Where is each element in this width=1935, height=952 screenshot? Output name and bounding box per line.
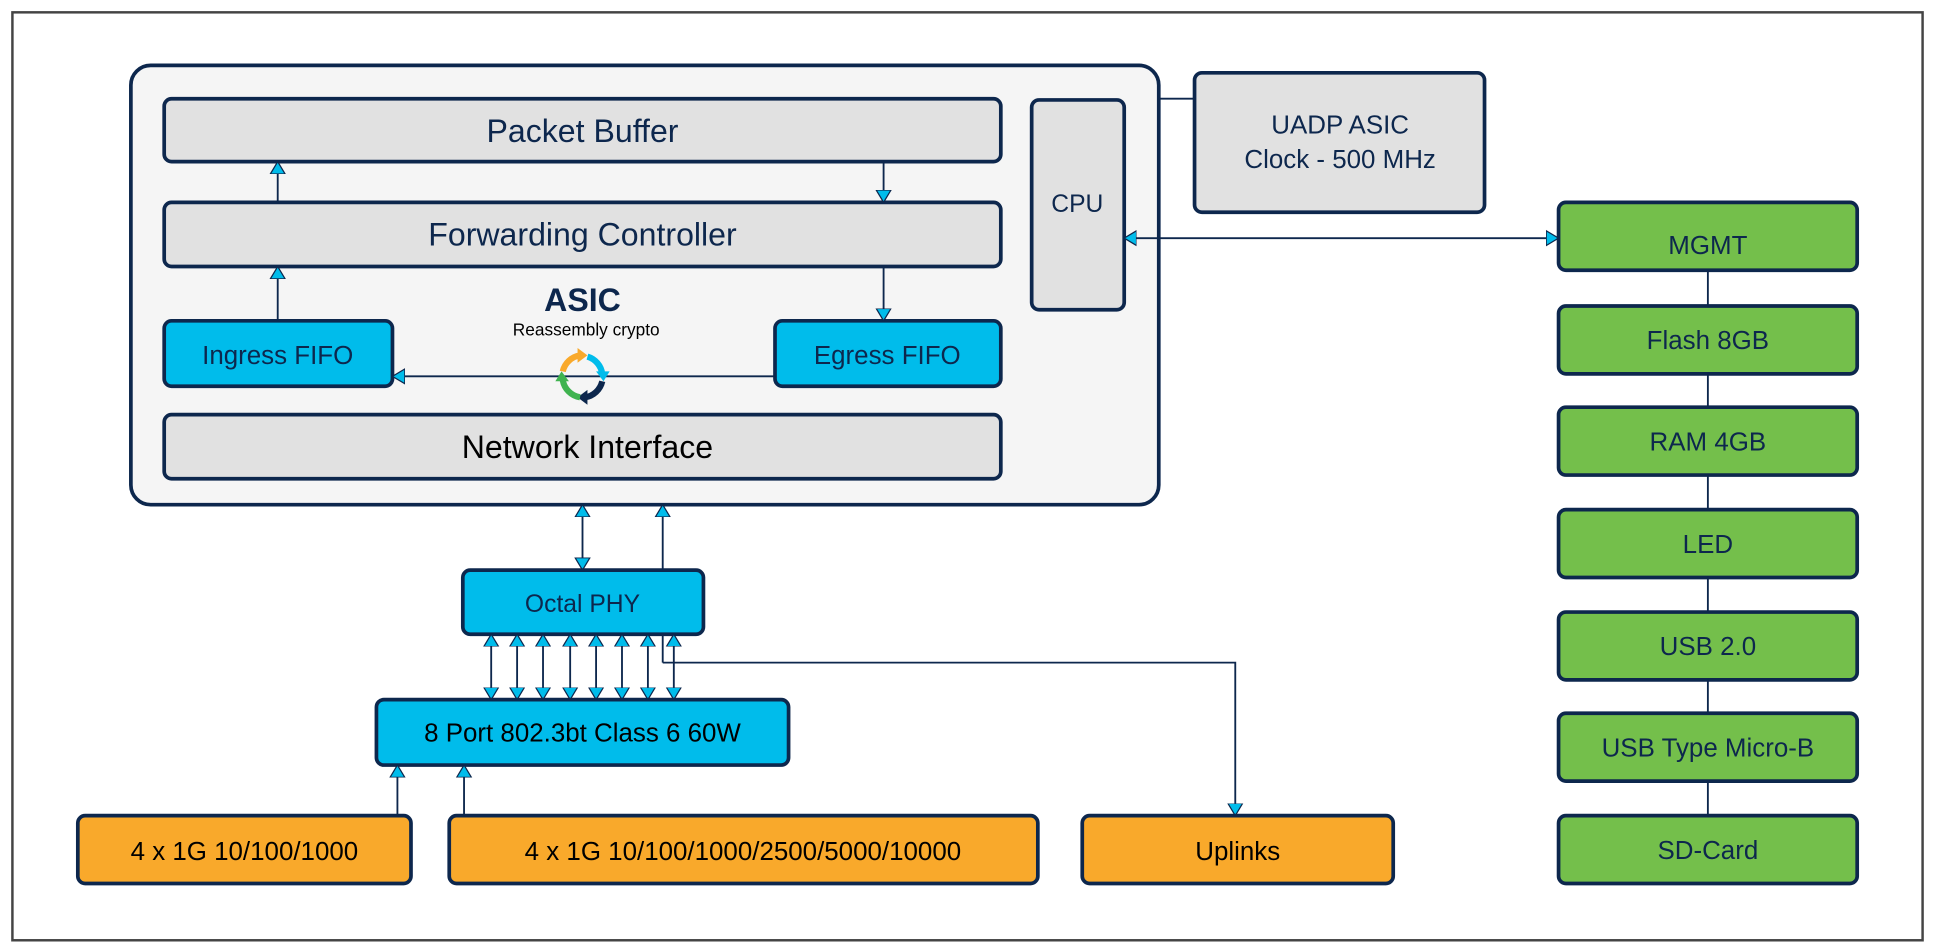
- poe-block: 8 Port 802.3bt Class 6 60W: [374, 697, 791, 767]
- peripheral-usb-2-0: USB 2.0: [1556, 610, 1860, 682]
- peripheral-usb-type-micro-b: USB Type Micro-B: [1556, 711, 1860, 783]
- peripheral-stack: MGMT Flash 8GB RAM 4GB LED USB 2.0 USB Type M…: [1556, 200, 1860, 886]
- poe-label: 8 Port 802.3bt Class 6 60W: [424, 720, 741, 748]
- peripheral-label: LED: [1683, 531, 1733, 559]
- egress-fifo-label: Egress FIFO: [814, 342, 961, 370]
- peripheral-label: SD-Card: [1657, 837, 1758, 865]
- forwarding-controller-block: Forwarding Controller: [162, 200, 1003, 269]
- peripheral-label: USB 2.0: [1660, 633, 1756, 661]
- egress-fifo-block: Egress FIFO: [773, 318, 1003, 389]
- peripheral-led: LED: [1556, 507, 1860, 580]
- port-mgig-block: 4 x 1G 10/100/1000/2500/5000/10000: [447, 813, 1040, 886]
- ingress-fifo-block: Ingress FIFO: [162, 318, 395, 389]
- port-1g-block: 4 x 1G 10/100/1000: [75, 813, 413, 886]
- asic-title: ASIC: [544, 282, 621, 318]
- peripheral-sd-card: SD-Card: [1556, 813, 1860, 886]
- peripheral-label: RAM 4GB: [1650, 428, 1767, 456]
- peripheral-mgmt: MGMT: [1556, 200, 1860, 273]
- port-mgig-label: 4 x 1G 10/100/1000/2500/5000/10000: [525, 838, 961, 866]
- octal-phy-label: Octal PHY: [525, 591, 640, 618]
- peripheral-label: Flash 8GB: [1647, 327, 1769, 355]
- uadp-line2: Clock - 500 MHz: [1244, 146, 1435, 174]
- uplinks-block: Uplinks: [1080, 813, 1396, 886]
- uplinks-label: Uplinks: [1195, 838, 1280, 866]
- forwarding-controller-label: Forwarding Controller: [428, 217, 737, 253]
- uadp-line1: UADP ASIC: [1271, 111, 1409, 139]
- peripheral-flash-8gb: Flash 8GB: [1556, 304, 1860, 376]
- cpu-block: CPU: [1029, 98, 1127, 312]
- network-interface-block: Network Interface: [162, 412, 1003, 481]
- block-diagram: Packet Buffer Forwarding Controller CPU …: [11, 11, 1924, 942]
- asic-subtitle: Reassembly crypto: [513, 320, 660, 340]
- port-1g-label: 4 x 1G 10/100/1000: [131, 838, 359, 866]
- cpu-label: CPU: [1051, 191, 1103, 218]
- peripheral-ram-4gb: RAM 4GB: [1556, 405, 1860, 477]
- packet-buffer-block: Packet Buffer: [162, 96, 1003, 164]
- peripheral-label: USB Type Micro-B: [1602, 734, 1815, 762]
- packet-buffer-label: Packet Buffer: [487, 113, 679, 149]
- uadp-asic-block: UADP ASIC Clock - 500 MHz: [1192, 70, 1487, 215]
- network-interface-label: Network Interface: [462, 429, 713, 465]
- peripheral-label: MGMT: [1668, 232, 1747, 260]
- octal-phy-block: Octal PHY: [460, 568, 706, 637]
- ingress-fifo-label: Ingress FIFO: [202, 342, 353, 370]
